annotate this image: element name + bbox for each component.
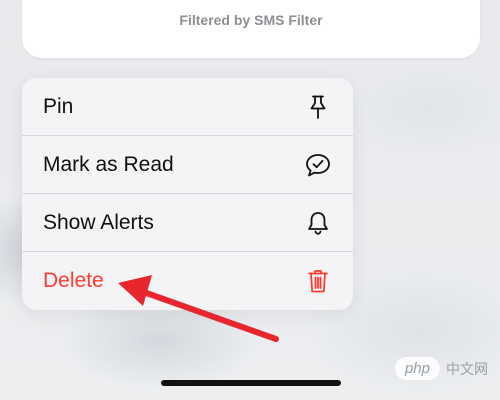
home-indicator[interactable] [161,380,341,386]
context-menu: Pin Mark as Read Show Alerts Delete [22,78,353,310]
menu-item-label: Show Alerts [43,210,154,234]
menu-item-label: Pin [43,94,74,118]
menu-item-mark-as-read[interactable]: Mark as Read [22,136,353,194]
pin-icon [305,94,331,120]
bell-icon [305,210,331,236]
watermark-site: 中文网 [446,360,488,377]
filter-caption: Filtered by SMS Filter [179,12,323,28]
notification-card: Filtered by SMS Filter [22,0,480,58]
menu-item-show-alerts[interactable]: Show Alerts [22,194,353,252]
message-check-icon [305,152,331,178]
menu-item-delete[interactable]: Delete [22,252,353,310]
menu-item-pin[interactable]: Pin [22,78,353,136]
trash-icon [305,268,331,294]
watermark: php 中文网 [394,357,488,380]
menu-item-label: Delete [43,269,104,292]
menu-item-label: Mark as Read [43,152,174,176]
watermark-logo: php [394,357,440,380]
